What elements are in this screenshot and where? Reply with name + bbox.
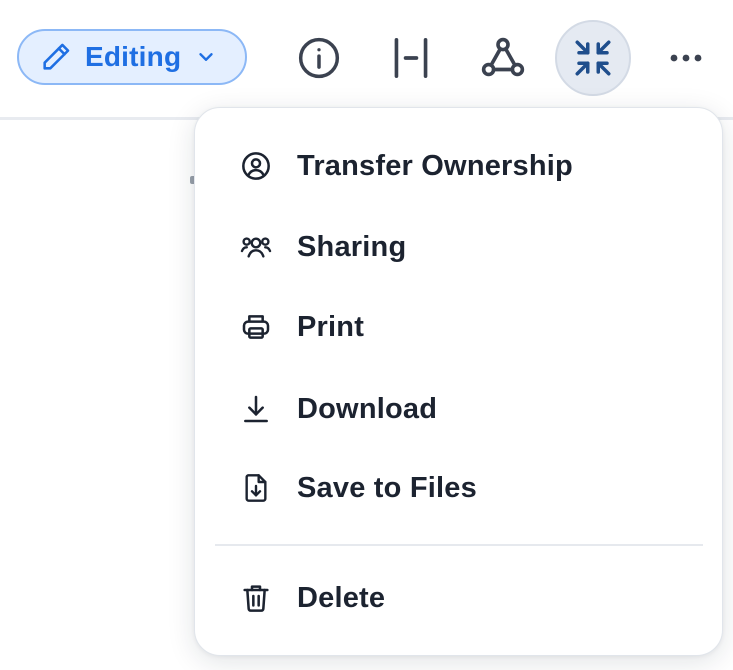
more-button[interactable] — [661, 33, 711, 83]
editing-mode-button[interactable]: Editing — [17, 29, 247, 85]
menu-item-label: Save to Files — [297, 471, 477, 504]
menu-item-label: Download — [297, 392, 438, 425]
printer-icon — [239, 310, 273, 344]
file-download-icon — [239, 471, 273, 505]
more-options-menu: Transfer Ownership Sharing Print Downloa… — [194, 107, 723, 656]
menu-item-save-to-files[interactable]: Save to Files — [195, 456, 722, 520]
menu-divider — [215, 544, 703, 546]
chevron-down-icon — [199, 53, 213, 61]
pencil-icon — [43, 43, 70, 70]
menu-item-download[interactable]: Download — [195, 377, 722, 441]
menu-item-label: Transfer Ownership — [297, 149, 573, 182]
collapse-button[interactable] — [555, 20, 631, 96]
download-icon — [239, 392, 273, 426]
info-button[interactable] — [294, 33, 344, 83]
split-view-button[interactable] — [386, 33, 436, 83]
people-icon — [239, 230, 273, 264]
collaborate-button[interactable] — [478, 33, 528, 83]
editing-mode-label: Editing — [85, 41, 182, 72]
menu-item-delete[interactable]: Delete — [195, 566, 722, 630]
menu-item-label: Delete — [297, 581, 386, 614]
menu-item-transfer-ownership[interactable]: Transfer Ownership — [195, 134, 722, 198]
menu-item-label: Print — [297, 310, 365, 343]
menu-item-label: Sharing — [297, 230, 407, 263]
menu-item-print[interactable]: Print — [195, 295, 722, 359]
collapse-icon — [575, 40, 611, 76]
toolbar: Editing — [0, 0, 733, 118]
split-icon — [394, 37, 428, 78]
info-icon — [298, 37, 340, 79]
more-icon — [670, 54, 702, 62]
user-circle-icon — [239, 149, 273, 183]
menu-item-sharing[interactable]: Sharing — [195, 215, 722, 279]
collaborate-icon — [481, 37, 525, 77]
trash-icon — [239, 581, 273, 615]
